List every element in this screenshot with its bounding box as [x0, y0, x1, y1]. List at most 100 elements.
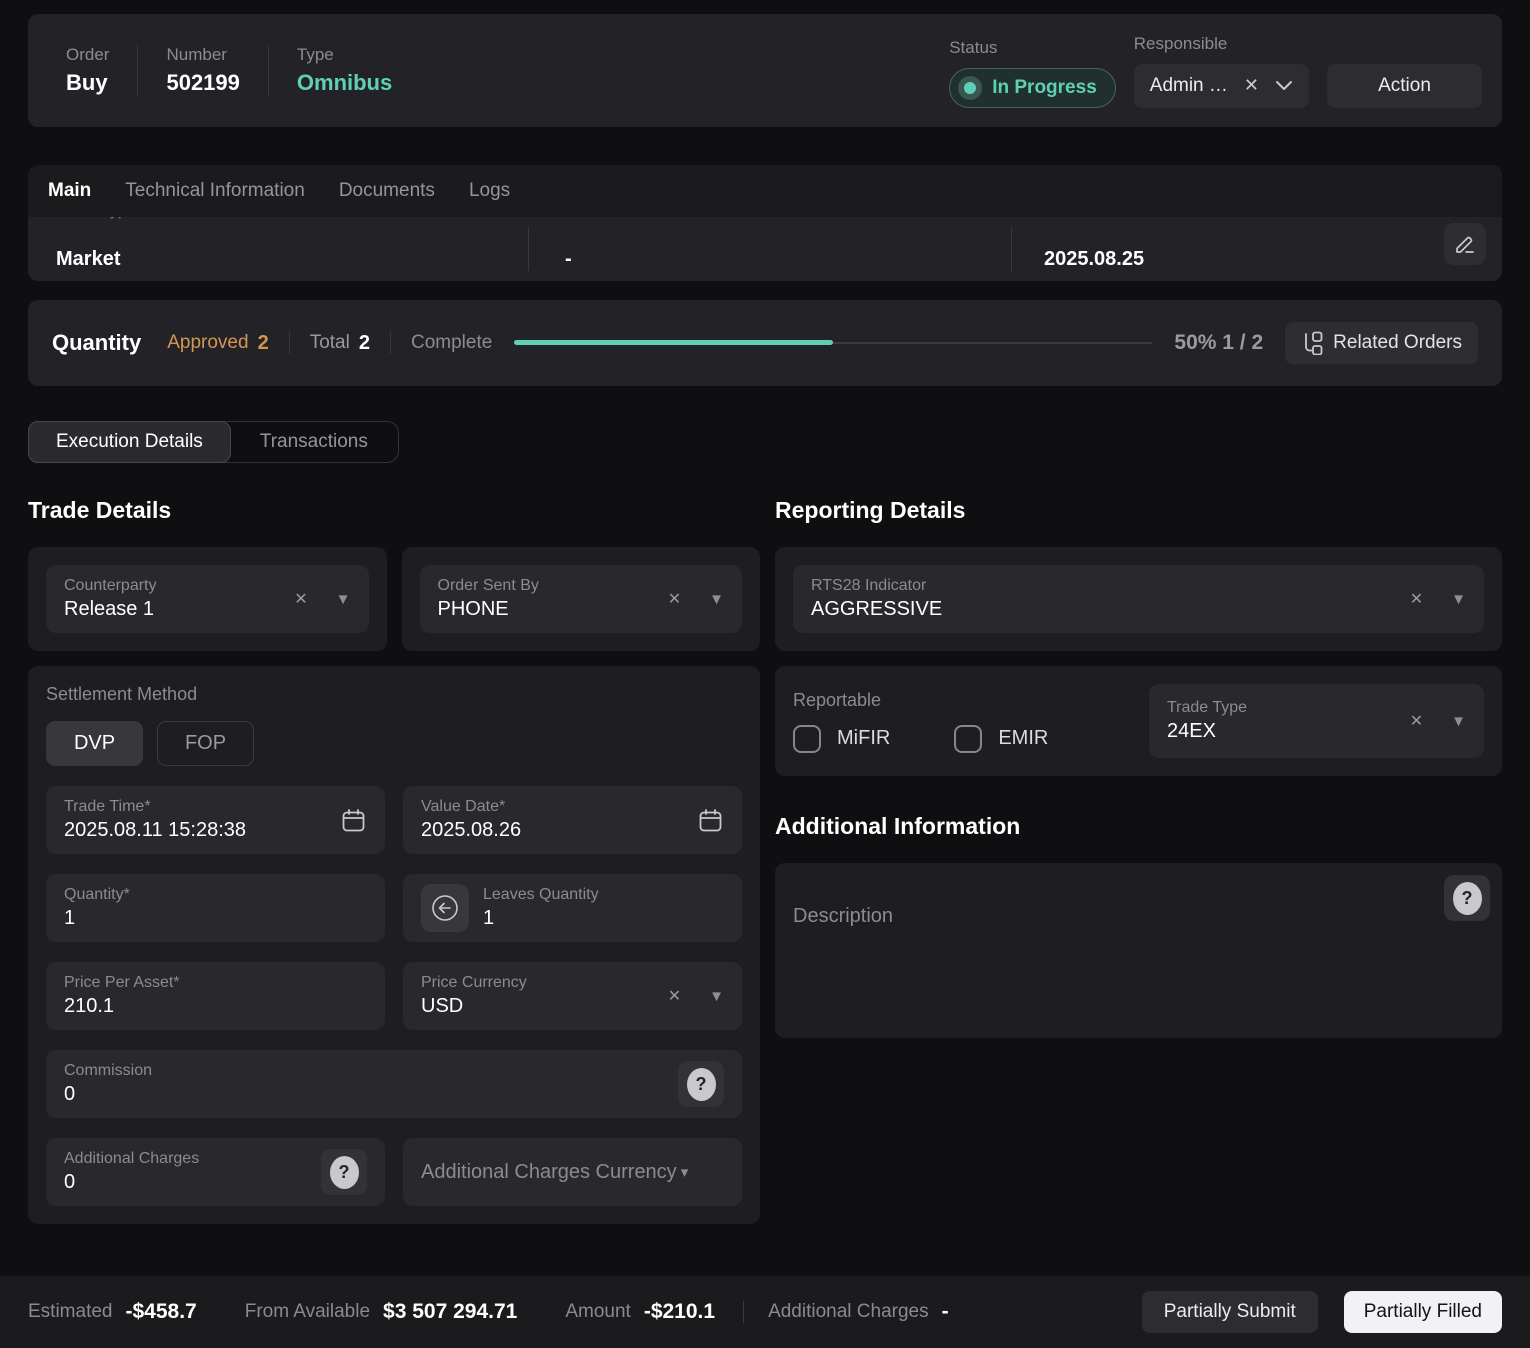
counterparty-select[interactable]: Counterparty Release 1 ✕ ▼ [46, 565, 369, 633]
trade-type-value: 24EX [1167, 720, 1247, 743]
quantity-input[interactable]: Quantity* 1 [46, 874, 385, 942]
question-icon: ? [687, 1068, 716, 1101]
trade-time-input[interactable]: Trade Time* 2025.08.11 15:28:38 [46, 786, 385, 854]
scrolled-order-row: Order Type Market - Value Date 2025.08.2… [28, 217, 1502, 281]
approved-label: Approved [167, 332, 248, 354]
price-currency-select[interactable]: Price Currency USD ✕ ▼ [403, 962, 742, 1030]
related-orders-button[interactable]: Related Orders [1285, 322, 1478, 364]
responsible-select[interactable]: Admin … ✕ [1134, 64, 1309, 108]
complete-label: Complete [411, 332, 492, 354]
empty-cell-value: - [565, 248, 572, 271]
trade-time-value: 2025.08.11 15:28:38 [64, 819, 246, 842]
subtab-transactions[interactable]: Transactions [230, 422, 398, 462]
counterparty-clear-icon[interactable]: ✕ [294, 589, 307, 609]
estimated-label: Estimated [28, 1301, 112, 1323]
trade-details-section: Trade Details Counterparty Release 1 ✕ ▼ [28, 497, 760, 1224]
chevron-down-icon[interactable] [1275, 80, 1293, 91]
price-currency-label: Price Currency [421, 974, 527, 992]
responsible-group: Responsible Admin … ✕ [1134, 34, 1309, 108]
value-date-value: 2025.08.26 [421, 819, 521, 842]
caret-down-icon[interactable]: ▼ [336, 591, 351, 608]
description-placeholder: Description [793, 905, 1484, 928]
responsible-label: Responsible [1134, 34, 1309, 54]
calendar-icon[interactable] [697, 807, 724, 834]
order-footer: Estimated -$458.7 From Available $3 507 … [0, 1276, 1530, 1348]
price-per-asset-value: 210.1 [64, 995, 180, 1018]
order-number-label: Number [166, 45, 239, 65]
tab-technical-information[interactable]: Technical Information [125, 180, 305, 202]
rts28-clear-icon[interactable]: ✕ [1410, 589, 1423, 609]
value-date-label: Value Date* [421, 798, 521, 816]
price-per-asset-label: Price Per Asset* [64, 974, 180, 992]
progress-fill [514, 340, 833, 345]
details-columns: Trade Details Counterparty Release 1 ✕ ▼ [28, 497, 1502, 1224]
value-date-input[interactable]: Value Date* 2025.08.26 [403, 786, 742, 854]
mifir-checkbox-item[interactable]: MiFIR [793, 725, 890, 753]
order-side-group: Order Buy [48, 45, 138, 96]
action-button[interactable]: Action [1327, 64, 1482, 108]
order-side-value: Buy [66, 70, 109, 96]
edit-button[interactable] [1444, 223, 1486, 265]
approved-value: 2 [258, 332, 269, 355]
order-sent-by-clear-icon[interactable]: ✕ [668, 589, 681, 609]
order-type-cell-value: Market [56, 248, 120, 271]
status-label: Status [949, 38, 1116, 58]
caret-down-icon[interactable]: ▼ [709, 591, 724, 608]
checkbox-icon[interactable] [793, 725, 821, 753]
order-side-label: Order [66, 45, 109, 65]
question-icon: ? [1453, 882, 1482, 915]
footer-additional-charges-label: Additional Charges [768, 1301, 929, 1323]
price-currency-value: USD [421, 995, 527, 1018]
order-sent-by-card: Order Sent By PHONE ✕ ▼ [402, 547, 761, 651]
date-cell: Value Date 2025.08.25 [1012, 217, 1502, 281]
additional-charges-currency-select[interactable]: Additional Charges Currency▾ [403, 1138, 742, 1206]
mifir-label: MiFIR [837, 727, 890, 750]
description-textarea[interactable]: Description ? [775, 863, 1502, 1038]
amount-label: Amount [565, 1301, 630, 1323]
copy-left-button[interactable] [421, 884, 469, 932]
tab-documents[interactable]: Documents [339, 180, 435, 202]
order-sent-by-select[interactable]: Order Sent By PHONE ✕ ▼ [420, 565, 743, 633]
tab-main[interactable]: Main [48, 180, 91, 202]
order-sent-by-label: Order Sent By [438, 577, 539, 595]
divider [289, 332, 290, 354]
leaves-quantity-field: Leaves Quantity 1 [403, 874, 742, 942]
trade-type-clear-icon[interactable]: ✕ [1410, 711, 1423, 731]
price-per-asset-input[interactable]: Price Per Asset* 210.1 [46, 962, 385, 1030]
commission-input[interactable]: Commission 0 ? [46, 1050, 742, 1118]
estimated-value: -$458.7 [125, 1300, 196, 1324]
order-type-cell: Order Type Market [28, 217, 528, 281]
description-help-button[interactable]: ? [1444, 875, 1490, 921]
responsible-clear-icon[interactable]: ✕ [1244, 75, 1259, 96]
price-currency-clear-icon[interactable]: ✕ [668, 986, 681, 1006]
order-page: Order Buy Number 502199 Type Omnibus Sta… [0, 0, 1530, 1348]
progress-text: 50% 1 / 2 [1174, 331, 1263, 355]
trade-type-select[interactable]: Trade Type 24EX ✕ ▼ [1149, 684, 1484, 758]
caret-down-icon[interactable]: ▼ [709, 988, 724, 1005]
main-tabbar: Main Technical Information Documents Log… [28, 165, 1502, 217]
checkbox-icon[interactable] [954, 725, 982, 753]
subtab-execution-details[interactable]: Execution Details [28, 421, 231, 463]
caret-down-icon[interactable]: ▼ [1451, 713, 1466, 730]
tab-logs[interactable]: Logs [469, 180, 510, 202]
caret-down-icon[interactable]: ▼ [1451, 591, 1466, 608]
divider [390, 332, 391, 354]
settlement-dvp-button[interactable]: DVP [46, 721, 143, 766]
reportable-card: Reportable MiFIR EMIR Trade [775, 666, 1502, 776]
quantity-value: 1 [64, 907, 130, 930]
additional-information-title: Additional Information [775, 813, 1502, 840]
execution-fields-card: Settlement Method DVP FOP Trade Time* 20… [28, 666, 760, 1224]
amount-value: -$210.1 [644, 1300, 715, 1324]
calendar-icon[interactable] [340, 807, 367, 834]
order-number-value: 502199 [166, 70, 239, 96]
progress-bar [514, 340, 1152, 346]
commission-label: Commission [64, 1062, 152, 1080]
settlement-fop-button[interactable]: FOP [157, 721, 254, 766]
partially-submit-button[interactable]: Partially Submit [1142, 1291, 1318, 1333]
additional-charges-help-button[interactable]: ? [321, 1149, 367, 1195]
emir-checkbox-item[interactable]: EMIR [954, 725, 1048, 753]
partially-filled-button[interactable]: Partially Filled [1344, 1291, 1502, 1333]
additional-charges-input[interactable]: Additional Charges 0 ? [46, 1138, 385, 1206]
rts28-select[interactable]: RTS28 Indicator AGGRESSIVE ✕ ▼ [793, 565, 1484, 633]
commission-help-button[interactable]: ? [678, 1061, 724, 1107]
